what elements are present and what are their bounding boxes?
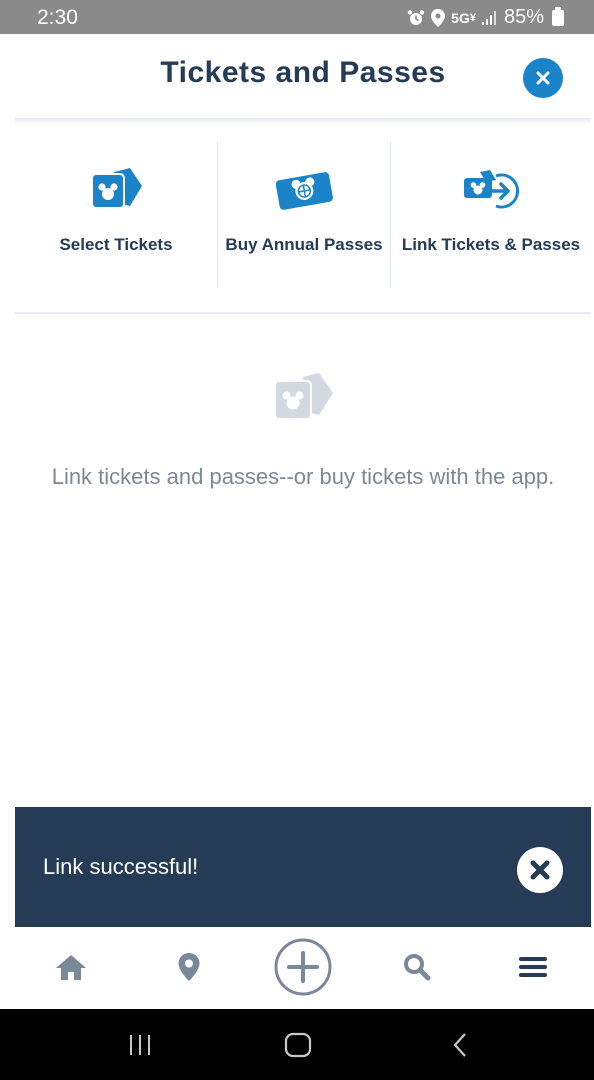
back-chevron-icon [453,1032,466,1057]
status-bar: 2:30 5G ¥ 85% [0,0,594,34]
action-row: Select Tickets Buy Annual Passes Link Ti… [15,142,591,290]
header-divider [15,118,591,124]
system-nav-bar [0,1009,594,1080]
network-label: 5G [451,9,470,26]
alarm-icon [407,9,425,25]
toast-message: Link successful! [43,854,199,879]
toast-close-button[interactable] [517,847,563,893]
nav-home[interactable] [43,939,99,995]
section-divider [15,312,591,314]
bottom-nav [15,927,591,1009]
home-icon [56,955,86,980]
link-tickets-passes-label: Link Tickets & Passes [401,235,581,254]
home-square-icon [284,1032,312,1057]
header: Tickets and Passes [15,34,591,118]
location-pin-icon [178,953,200,981]
nav-menu[interactable] [505,939,561,995]
close-icon [530,860,550,880]
page-title: Tickets and Passes [160,56,446,89]
recent-apps-button[interactable] [110,1009,170,1080]
location-icon [431,8,446,27]
select-tickets-button[interactable]: Select Tickets [15,142,217,290]
back-button[interactable] [430,1009,490,1080]
success-toast: Link successful! [15,807,591,927]
close-button[interactable] [523,58,563,98]
buy-annual-passes-label: Buy Annual Passes [225,235,383,254]
nav-add[interactable] [273,938,333,996]
link-ticket-arrow-icon [464,170,519,209]
ticket-mickey-icon [91,168,142,209]
empty-state-icon-wrap [15,369,591,423]
search-icon [404,954,431,981]
select-tickets-label: Select Tickets [59,235,173,254]
tickets-page: Tickets and Passes Select Tickets Buy An… [15,34,591,1009]
recent-apps-icon [130,1034,150,1055]
empty-state-text: Link tickets and passes--or buy tickets … [51,464,555,489]
close-icon [536,71,550,85]
nav-map[interactable] [161,939,217,995]
nav-search[interactable] [389,939,445,995]
battery-percent: 85% [503,6,544,28]
plus-circle-icon [274,938,332,996]
status-icons: 5G ¥ 85% [407,6,564,29]
network-sub: ¥ [469,11,476,24]
status-time: 2:30 [37,6,78,29]
buy-annual-passes-button[interactable]: Buy Annual Passes [218,142,390,290]
battery-icon [552,6,564,26]
home-system-button[interactable] [268,1009,328,1080]
hamburger-menu-icon [519,957,547,977]
signal-icon [481,10,496,25]
ticket-empty-icon [274,373,333,420]
annual-pass-globe-icon [275,172,333,210]
link-tickets-passes-button[interactable]: Link Tickets & Passes [391,142,591,290]
